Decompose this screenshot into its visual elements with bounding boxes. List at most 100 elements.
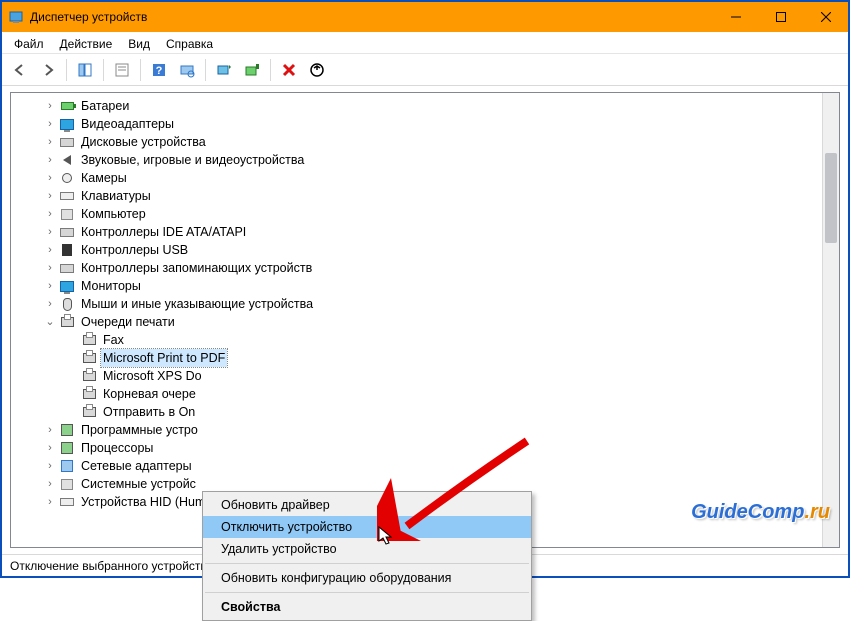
tree-node[interactable]: › Мыши и иные указывающие устройства xyxy=(21,295,839,313)
menu-view[interactable]: Вид xyxy=(120,35,158,53)
tree-node-label: Контроллеры IDE ATA/ATAPI xyxy=(79,223,248,241)
printer-icon xyxy=(81,386,97,402)
menu-file[interactable]: Файл xyxy=(6,35,52,53)
tree-node-label: Мыши и иные указывающие устройства xyxy=(79,295,315,313)
tree-node[interactable]: Корневая очере xyxy=(21,385,839,403)
sound-icon xyxy=(59,152,75,168)
ctx-properties[interactable]: Свойства xyxy=(203,596,531,618)
ctx-separator xyxy=(205,592,529,593)
tree-node[interactable]: ›Дисковые устройства xyxy=(21,133,839,151)
properties-button[interactable] xyxy=(110,58,134,82)
expand-icon[interactable]: › xyxy=(43,277,57,295)
expand-icon[interactable]: › xyxy=(43,169,57,187)
status-text: Отключение выбранного устройства. xyxy=(10,559,217,573)
watermark: GuideComp.ru xyxy=(691,501,830,524)
computer-icon xyxy=(59,206,75,222)
expand-icon[interactable]: › xyxy=(43,151,57,169)
expand-icon[interactable]: › xyxy=(43,97,57,115)
tree-node[interactable]: › Камеры xyxy=(21,169,839,187)
tree-node[interactable]: › Контроллеры запоминающих устройств xyxy=(21,259,839,277)
menu-help[interactable]: Справка xyxy=(158,35,221,53)
network-icon xyxy=(59,458,75,474)
printer-icon xyxy=(81,368,97,384)
chip-icon xyxy=(59,422,75,438)
tree-node[interactable]: ›Клавиатуры xyxy=(21,187,839,205)
expand-icon[interactable]: › xyxy=(43,493,57,511)
camera-icon xyxy=(59,170,75,186)
expand-icon[interactable]: › xyxy=(43,475,57,493)
tree-node-label: Видеоадаптеры xyxy=(79,115,176,133)
context-menu: Обновить драйвер Отключить устройство Уд… xyxy=(202,491,532,621)
tree-node-label: Microsoft Print to PDF xyxy=(101,349,227,367)
forward-button[interactable] xyxy=(36,58,60,82)
tree-node-label: Microsoft XPS Do xyxy=(101,367,204,385)
tree-node[interactable]: Fax xyxy=(21,331,839,349)
expand-icon[interactable]: › xyxy=(43,205,57,223)
tree-node[interactable]: ›Контроллеры USB xyxy=(21,241,839,259)
tree-node[interactable]: › Видеоадаптеры xyxy=(21,115,839,133)
vertical-scrollbar[interactable] xyxy=(822,93,839,547)
printer-icon xyxy=(59,314,75,330)
scrollbar-thumb[interactable] xyxy=(825,153,837,243)
expand-icon[interactable]: › xyxy=(43,259,57,277)
monitor-icon xyxy=(59,116,75,132)
expand-icon[interactable]: › xyxy=(43,421,57,439)
ctx-update-driver[interactable]: Обновить драйвер xyxy=(203,494,531,516)
keyboard-icon xyxy=(59,494,75,510)
window-title: Диспетчер устройств xyxy=(30,10,713,24)
tree-node-label: Fax xyxy=(101,331,126,349)
tree-node-label: Очереди печати xyxy=(79,313,177,331)
titlebar: Диспетчер устройств xyxy=(2,2,848,32)
back-button[interactable] xyxy=(8,58,32,82)
app-icon xyxy=(8,9,24,25)
scan-hardware-button[interactable] xyxy=(175,58,199,82)
tree-node[interactable]: Отправить в On xyxy=(21,403,839,421)
chip-icon xyxy=(59,440,75,456)
expand-icon[interactable]: › xyxy=(43,439,57,457)
close-button[interactable] xyxy=(803,2,848,32)
expand-icon[interactable]: › xyxy=(43,457,57,475)
tree-node[interactable]: ›Компьютер xyxy=(21,205,839,223)
update-driver-button[interactable] xyxy=(212,58,236,82)
tree-node[interactable]: ›Мониторы xyxy=(21,277,839,295)
tree-node[interactable]: ›Сетевые адаптеры xyxy=(21,457,839,475)
expand-icon[interactable]: › xyxy=(43,241,57,259)
tree-node[interactable]: ›Батареи xyxy=(21,97,839,115)
expand-icon[interactable]: › xyxy=(43,223,57,241)
expand-icon[interactable]: › xyxy=(43,187,57,205)
usb-icon xyxy=(59,242,75,258)
expand-icon[interactable]: › xyxy=(43,295,57,313)
computer-icon xyxy=(59,476,75,492)
tree-node[interactable]: Microsoft Print to PDF xyxy=(21,349,839,367)
tree-node[interactable]: › Программные устро xyxy=(21,421,839,439)
printer-icon xyxy=(81,404,97,420)
ctx-uninstall-device[interactable]: Удалить устройство xyxy=(203,538,531,560)
expand-icon[interactable]: › xyxy=(43,115,57,133)
expand-icon[interactable]: › xyxy=(43,133,57,151)
uninstall-button[interactable] xyxy=(277,58,301,82)
maximize-button[interactable] xyxy=(758,2,803,32)
tree-node-label: Контроллеры запоминающих устройств xyxy=(79,259,314,277)
tree-node-label: Камеры xyxy=(79,169,129,187)
help-button[interactable]: ? xyxy=(147,58,171,82)
battery-icon xyxy=(59,98,75,114)
show-hide-tree-button[interactable] xyxy=(73,58,97,82)
tree-node[interactable]: ›Процессоры xyxy=(21,439,839,457)
tree-node-label: Программные устро xyxy=(79,421,200,439)
monitor-icon xyxy=(59,278,75,294)
menu-action[interactable]: Действие xyxy=(52,35,121,53)
watermark-part1: Guide xyxy=(691,501,748,523)
collapse-icon[interactable]: ⌄ xyxy=(43,313,57,331)
ctx-scan-hardware[interactable]: Обновить конфигурацию оборудования xyxy=(203,567,531,589)
tree-node[interactable]: Microsoft XPS Do xyxy=(21,367,839,385)
minimize-button[interactable] xyxy=(713,2,758,32)
tree-node[interactable]: ›Звуковые, игровые и видеоустройства xyxy=(21,151,839,169)
drive-icon xyxy=(59,260,75,276)
svg-text:?: ? xyxy=(156,65,163,77)
tree-node-label: Системные устройс xyxy=(79,475,198,493)
tree-node[interactable]: ⌄ Очереди печати xyxy=(21,313,839,331)
ctx-disable-device[interactable]: Отключить устройство xyxy=(203,516,531,538)
disable-button[interactable] xyxy=(305,58,329,82)
tree-node[interactable]: › Контроллеры IDE ATA/ATAPI xyxy=(21,223,839,241)
install-legacy-button[interactable] xyxy=(240,58,264,82)
